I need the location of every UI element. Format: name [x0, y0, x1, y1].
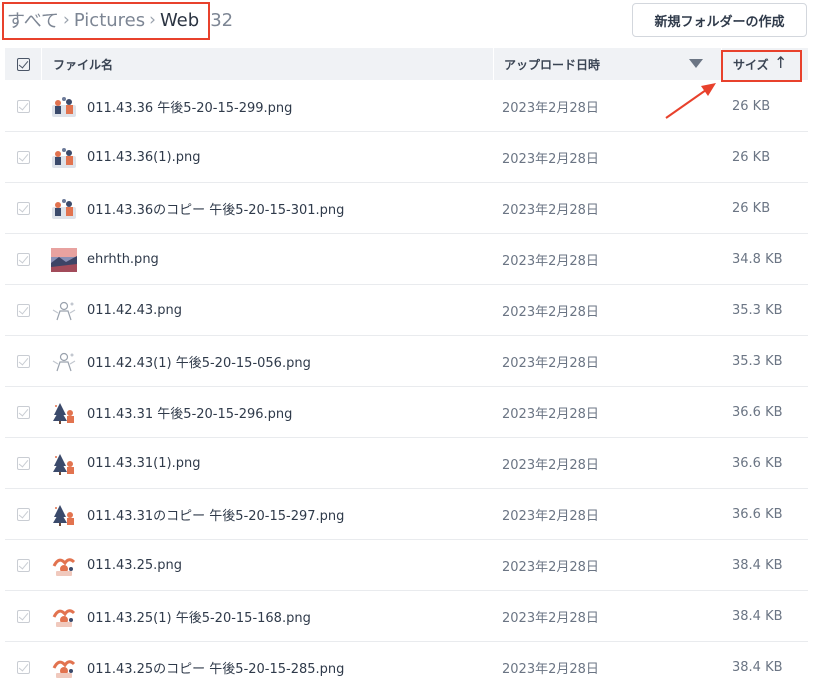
file-browser: すべて › Pictures › Web 32 新規フォルダーの作成 ファイル名… [0, 0, 817, 687]
row-checkbox[interactable] [17, 457, 30, 470]
row-checkbox[interactable] [17, 508, 30, 521]
table-row[interactable]: 011.43.31(1).png 2023年2月28日 36.6 KB [5, 438, 808, 489]
file-name[interactable]: 011.43.36のコピー 午後5-20-15-301.png [87, 183, 344, 234]
upload-date: 2023年2月28日 [502, 662, 599, 677]
file-size: 38.4 KB [732, 609, 783, 624]
row-checkbox[interactable] [17, 559, 30, 572]
row-checkbox[interactable] [17, 253, 30, 266]
image-thumbnail-icon [51, 95, 77, 119]
file-name[interactable]: 011.42.43.png [87, 285, 182, 336]
file-name[interactable]: 011.43.25(1) 午後5-20-15-168.png [87, 591, 311, 642]
upload-date: 2023年2月28日 [502, 356, 599, 371]
image-thumbnail-icon [51, 503, 77, 527]
file-name[interactable]: 011.43.31 午後5-20-15-296.png [87, 387, 292, 438]
table-row[interactable]: 011.43.36(1).png 2023年2月28日 26 KB [5, 132, 808, 183]
file-size: 38.4 KB [732, 660, 783, 675]
image-thumbnail-icon [51, 350, 77, 374]
upload-date: 2023年2月28日 [502, 509, 599, 524]
row-checkbox[interactable] [17, 406, 30, 419]
file-size: 26 KB [732, 150, 771, 165]
file-name[interactable]: 011.43.36(1).png [87, 132, 200, 183]
upload-date: 2023年2月28日 [502, 203, 599, 218]
file-name[interactable]: 011.43.31(1).png [87, 438, 200, 489]
row-checkbox[interactable] [17, 610, 30, 623]
upload-date: 2023年2月28日 [502, 254, 599, 269]
file-size: 26 KB [732, 99, 771, 114]
table-row[interactable]: ehrhth.png 2023年2月28日 34.8 KB [5, 234, 808, 285]
upload-date: 2023年2月28日 [502, 152, 599, 167]
file-name[interactable]: 011.43.25のコピー 午後5-20-15-285.png [87, 642, 344, 687]
row-checkbox[interactable] [17, 202, 30, 215]
row-checkbox[interactable] [17, 661, 30, 674]
image-thumbnail-icon [51, 401, 77, 425]
table-row[interactable]: 011.43.25.png 2023年2月28日 38.4 KB [5, 540, 808, 591]
table-row[interactable]: 011.42.43.png 2023年2月28日 35.3 KB [5, 285, 808, 336]
table-row[interactable]: 011.43.36 午後5-20-15-299.png 2023年2月28日 26 … [5, 81, 808, 132]
upload-date: 2023年2月28日 [502, 101, 599, 116]
image-thumbnail-icon [51, 248, 77, 272]
row-checkbox[interactable] [17, 304, 30, 317]
file-name[interactable]: 011.43.36 午後5-20-15-299.png [87, 81, 292, 132]
table-row[interactable]: 011.43.25のコピー 午後5-20-15-285.png 2023年2月28… [5, 642, 808, 687]
table-row[interactable]: 011.43.36のコピー 午後5-20-15-301.png 2023年2月28… [5, 183, 808, 234]
file-size: 26 KB [732, 201, 771, 216]
file-list: 011.43.36 午後5-20-15-299.png 2023年2月28日 26 … [5, 81, 808, 687]
file-size: 36.6 KB [732, 456, 783, 471]
row-checkbox[interactable] [17, 100, 30, 113]
file-size: 36.6 KB [732, 507, 783, 522]
file-name[interactable]: 011.43.31のコピー 午後5-20-15-297.png [87, 489, 344, 540]
file-name[interactable]: 011.42.43(1) 午後5-20-15-056.png [87, 336, 311, 387]
image-thumbnail-icon [51, 452, 77, 476]
file-name[interactable]: 011.43.25.png [87, 540, 182, 591]
file-size: 34.8 KB [732, 252, 783, 267]
image-thumbnail-icon [51, 605, 77, 629]
table-row[interactable]: 011.43.25(1) 午後5-20-15-168.png 2023年2月28日… [5, 591, 808, 642]
file-size: 36.6 KB [732, 405, 783, 420]
row-checkbox[interactable] [17, 151, 30, 164]
image-thumbnail-icon [51, 197, 77, 221]
upload-date: 2023年2月28日 [502, 560, 599, 575]
table-row[interactable]: 011.43.31 午後5-20-15-296.png 2023年2月28日 36.… [5, 387, 808, 438]
image-thumbnail-icon [51, 554, 77, 578]
file-size: 35.3 KB [732, 354, 783, 369]
file-size: 35.3 KB [732, 303, 783, 318]
upload-date: 2023年2月28日 [502, 407, 599, 422]
image-thumbnail-icon [51, 656, 77, 680]
table-row[interactable]: 011.42.43(1) 午後5-20-15-056.png 2023年2月28日… [5, 336, 808, 387]
image-thumbnail-icon [51, 146, 77, 170]
table-row[interactable]: 011.43.31のコピー 午後5-20-15-297.png 2023年2月28… [5, 489, 808, 540]
image-thumbnail-icon [51, 299, 77, 323]
row-checkbox[interactable] [17, 355, 30, 368]
upload-date: 2023年2月28日 [502, 305, 599, 320]
file-name[interactable]: ehrhth.png [87, 234, 159, 285]
upload-date: 2023年2月28日 [502, 611, 599, 626]
upload-date: 2023年2月28日 [502, 458, 599, 473]
file-size: 38.4 KB [732, 558, 783, 573]
